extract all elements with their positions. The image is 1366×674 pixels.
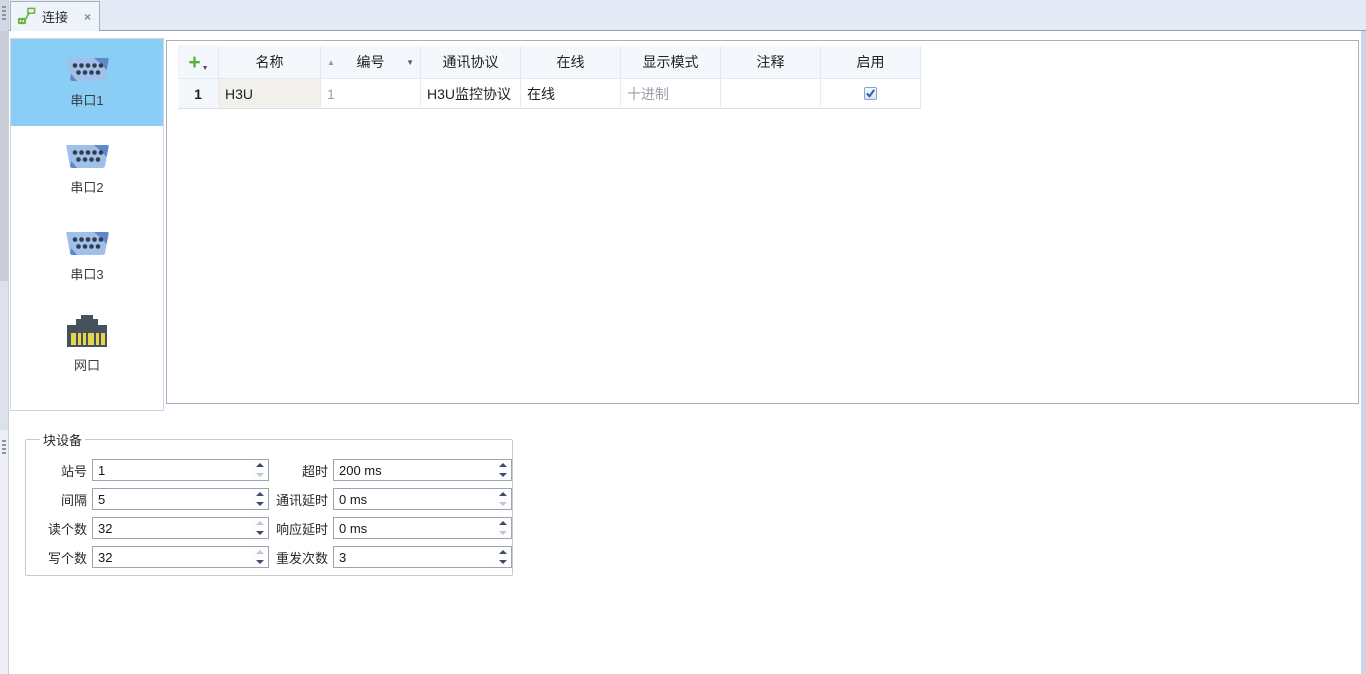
tab-bar: 连接 × xyxy=(9,0,1366,31)
serial-port-icon xyxy=(64,143,111,170)
enabled-checkbox[interactable] xyxy=(864,87,877,100)
tab-connection[interactable]: 连接 × xyxy=(10,1,100,31)
online-cell[interactable]: 在线 xyxy=(521,79,621,109)
station-number-stepper xyxy=(92,459,269,481)
spin-up-icon[interactable] xyxy=(495,547,511,557)
form-row: 写个数 重发次数 xyxy=(34,546,512,568)
filter-dropdown-icon[interactable]: ▼ xyxy=(406,58,414,67)
table-row: 1 H3U 1 H3U监控协议 在线 十进制 xyxy=(178,79,921,109)
timeout-label: 超时 xyxy=(269,461,333,480)
number-cell[interactable]: 1 xyxy=(321,79,421,109)
table-header-row: + ▼ 名称 ▲ 编号 ▼ 通讯协议 在线 显示模式 注释 xyxy=(178,46,921,79)
column-header-protocol[interactable]: 通讯协议 xyxy=(421,46,521,79)
spin-up-icon[interactable] xyxy=(495,460,511,470)
name-cell[interactable]: H3U xyxy=(219,79,321,109)
station-number-input[interactable] xyxy=(92,459,269,481)
spin-down-icon[interactable] xyxy=(495,470,511,480)
protocol-cell[interactable]: H3U监控协议 xyxy=(421,79,521,109)
connection-table-panel: + ▼ 名称 ▲ 编号 ▼ 通讯协议 在线 显示模式 注释 xyxy=(166,40,1359,404)
serial-port-icon xyxy=(64,230,111,257)
spin-up-icon[interactable] xyxy=(495,489,511,499)
add-menu-caret-icon[interactable]: ▼ xyxy=(202,65,209,72)
retry-count-stepper xyxy=(333,546,512,568)
write-count-input[interactable] xyxy=(92,546,269,568)
retry-count-label: 重发次数 xyxy=(269,548,333,567)
write-count-stepper xyxy=(92,546,269,568)
spin-up-icon[interactable] xyxy=(252,460,268,470)
spin-down-icon[interactable] xyxy=(252,499,268,509)
column-header-enabled[interactable]: 启用 xyxy=(821,46,921,79)
connection-table: + ▼ 名称 ▲ 编号 ▼ 通讯协议 在线 显示模式 注释 xyxy=(178,46,921,109)
close-icon[interactable]: × xyxy=(82,10,93,24)
sidebar-item-ethernet[interactable]: 网口 xyxy=(11,300,163,387)
comm-delay-label: 通讯延时 xyxy=(269,490,333,509)
spin-up-icon[interactable] xyxy=(252,547,268,557)
interval-stepper xyxy=(92,488,269,510)
timeout-input[interactable] xyxy=(333,459,512,481)
response-delay-label: 响应延时 xyxy=(269,519,333,538)
spin-down-icon[interactable] xyxy=(495,557,511,567)
sidebar-item-label: 串口1 xyxy=(70,90,103,109)
spin-up-icon[interactable] xyxy=(252,489,268,499)
form-row: 站号 超时 xyxy=(34,459,512,481)
tab-title: 连接 xyxy=(42,7,76,26)
connection-icon xyxy=(17,7,36,26)
enabled-cell xyxy=(821,79,921,109)
window-edge-strip xyxy=(1361,31,1366,674)
interval-label: 间隔 xyxy=(34,490,92,509)
form-row: 间隔 通讯延时 xyxy=(34,488,512,510)
spin-down-icon[interactable] xyxy=(252,528,268,538)
dock-grip[interactable] xyxy=(2,6,6,20)
dock-grip[interactable] xyxy=(2,440,6,454)
retry-count-input[interactable] xyxy=(333,546,512,568)
station-number-label: 站号 xyxy=(34,461,92,480)
sidebar-item-label: 网口 xyxy=(74,355,100,374)
ethernet-port-icon xyxy=(65,314,109,348)
sort-ascending-icon: ▲ xyxy=(327,58,335,67)
row-index-cell[interactable]: 1 xyxy=(178,79,219,109)
spin-down-icon[interactable] xyxy=(495,528,511,538)
dock-splitter-strip[interactable] xyxy=(0,0,9,674)
read-count-input[interactable] xyxy=(92,517,269,539)
response-delay-input[interactable] xyxy=(333,517,512,539)
sidebar-item-serial3[interactable]: 串口3 xyxy=(11,213,163,300)
sidebar-item-serial2[interactable]: 串口2 xyxy=(11,126,163,213)
write-count-label: 写个数 xyxy=(34,548,92,567)
form-row: 读个数 响应延时 xyxy=(34,517,512,539)
timeout-stepper xyxy=(333,459,512,481)
spin-down-icon[interactable] xyxy=(495,499,511,509)
sidebar-item-serial1[interactable]: 串口1 xyxy=(11,39,163,126)
column-header-name[interactable]: 名称 xyxy=(219,46,321,79)
comm-delay-stepper xyxy=(333,488,512,510)
check-icon xyxy=(865,88,876,99)
display-mode-cell[interactable]: 十进制 xyxy=(621,79,721,109)
interval-input[interactable] xyxy=(92,488,269,510)
spin-up-icon[interactable] xyxy=(495,518,511,528)
device-settings-area: 块设备 站号 超时 间隔 通讯延时 xyxy=(10,412,1361,674)
sidebar-item-label: 串口2 xyxy=(70,177,103,196)
column-header-online[interactable]: 在线 xyxy=(521,46,621,79)
spin-down-icon[interactable] xyxy=(252,470,268,480)
add-row-button[interactable]: + ▼ xyxy=(178,46,219,79)
read-count-label: 读个数 xyxy=(34,519,92,538)
response-delay-stepper xyxy=(333,517,512,539)
spin-up-icon[interactable] xyxy=(252,518,268,528)
spin-down-icon[interactable] xyxy=(252,557,268,567)
comment-cell[interactable] xyxy=(721,79,821,109)
plus-icon: + xyxy=(188,54,200,72)
comm-delay-input[interactable] xyxy=(333,488,512,510)
serial-port-icon xyxy=(64,56,111,83)
sidebar-item-label: 串口3 xyxy=(70,264,103,283)
read-count-stepper xyxy=(92,517,269,539)
fieldset-legend: 块设备 xyxy=(40,430,85,449)
column-header-display-mode[interactable]: 显示模式 xyxy=(621,46,721,79)
column-header-comment[interactable]: 注释 xyxy=(721,46,821,79)
block-device-fieldset: 块设备 站号 超时 间隔 通讯延时 xyxy=(25,430,513,576)
port-sidebar: 串口1 串口2 串口3 网口 xyxy=(10,38,164,411)
column-header-number[interactable]: ▲ 编号 ▼ xyxy=(321,46,421,79)
